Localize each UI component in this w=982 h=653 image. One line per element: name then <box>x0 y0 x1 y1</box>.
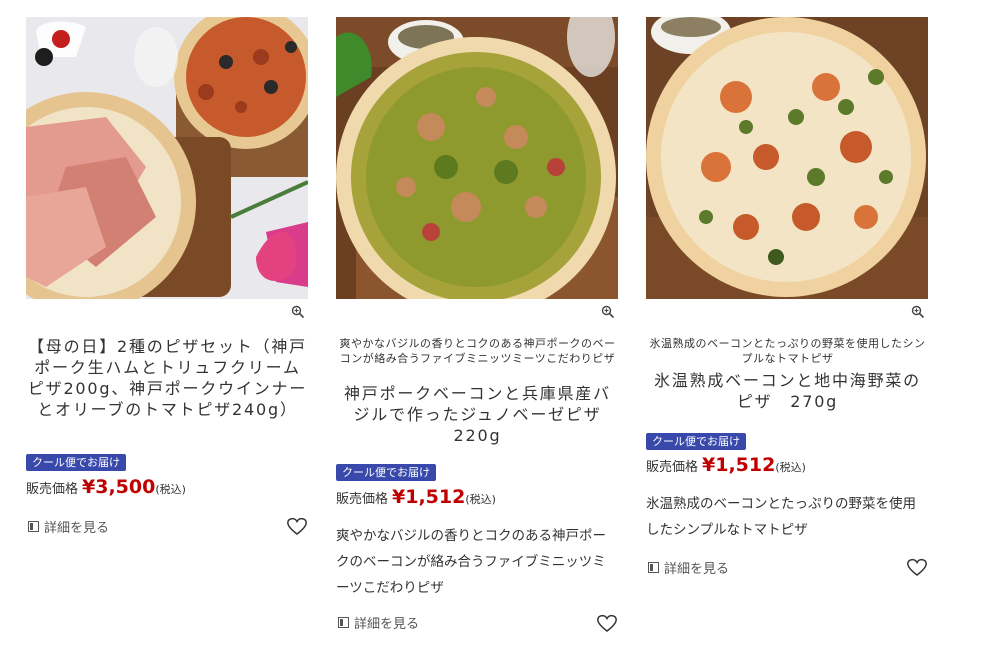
detail-link[interactable]: 詳細を見る <box>338 613 419 632</box>
detail-label: 詳細を見る <box>44 521 110 536</box>
product-description: 氷温熟成のベーコンとたっぷりの野菜を使用したシンプルなトマトピザ <box>646 496 916 538</box>
product-title[interactable]: 氷温熟成ベーコンと地中海野菜のピザ 270g <box>646 370 929 412</box>
price-label: 販売価格 <box>26 482 79 497</box>
product-card: 爽やかなバジルの香りとコクのある神戸ポークのベーコンが絡み合うファイブミニッツミ… <box>336 17 619 632</box>
detail-link[interactable]: 詳細を見る <box>648 558 729 577</box>
tax-label: (税込) <box>775 461 806 474</box>
favorite-heart-icon[interactable] <box>287 517 307 536</box>
price-row: 販売価格 ¥1,512(税込) <box>336 486 496 508</box>
detail-label: 詳細を見る <box>354 617 420 632</box>
document-icon <box>28 521 39 532</box>
product-image[interactable] <box>646 17 928 299</box>
product-description: 爽やかなバジルの香りとコクのある神戸ポークのベーコンが絡み合うファイブミニッツミ… <box>336 528 606 596</box>
detail-label: 詳細を見る <box>664 562 730 577</box>
detail-link[interactable]: 詳細を見る <box>28 517 109 536</box>
product-subtitle: 氷温熟成のベーコンとたっぷりの野菜を使用したシンプルなトマトピザ <box>649 337 926 365</box>
price-label: 販売価格 <box>646 460 699 475</box>
favorite-heart-icon[interactable] <box>907 558 927 577</box>
price-value: ¥3,500 <box>82 476 156 498</box>
cool-delivery-badge: クール便でお届け <box>646 433 746 450</box>
pizza-photo <box>646 17 928 299</box>
price-label: 販売価格 <box>336 492 389 507</box>
product-subtitle: 爽やかなバジルの香りとコクのある神戸ポークのベーコンが絡み合うファイブミニッツミ… <box>339 337 616 365</box>
document-icon <box>648 562 659 573</box>
price-value: ¥1,512 <box>702 454 776 476</box>
product-title[interactable]: 【母の日】2種のピザセット（神戸ポーク生ハムとトリュフクリームピザ200g、神戸… <box>26 336 309 420</box>
product-title[interactable]: 神戸ポークベーコンと兵庫県産バジルで作ったジュノベーゼピザ 220g <box>336 383 619 446</box>
tax-label: (税込) <box>155 483 186 496</box>
document-icon <box>338 617 349 628</box>
price-row: 販売価格 ¥3,500(税込) <box>26 476 186 498</box>
tax-label: (税込) <box>465 493 496 506</box>
product-image[interactable] <box>26 17 308 299</box>
price-row: 販売価格 ¥1,512(税込) <box>646 454 806 476</box>
pizza-photo <box>26 17 308 299</box>
zoom-in-icon[interactable] <box>601 305 615 319</box>
cool-delivery-badge: クール便でお届け <box>26 454 126 471</box>
product-card: 【母の日】2種のピザセット（神戸ポーク生ハムとトリュフクリームピザ200g、神戸… <box>26 17 309 536</box>
product-image[interactable] <box>336 17 618 299</box>
zoom-in-icon[interactable] <box>291 305 305 319</box>
price-value: ¥1,512 <box>392 486 466 508</box>
zoom-in-icon[interactable] <box>911 305 925 319</box>
favorite-heart-icon[interactable] <box>597 614 617 633</box>
cool-delivery-badge: クール便でお届け <box>336 464 436 481</box>
pizza-photo <box>336 17 618 299</box>
product-card: 氷温熟成のベーコンとたっぷりの野菜を使用したシンプルなトマトピザ 氷温熟成ベーコ… <box>646 17 929 577</box>
